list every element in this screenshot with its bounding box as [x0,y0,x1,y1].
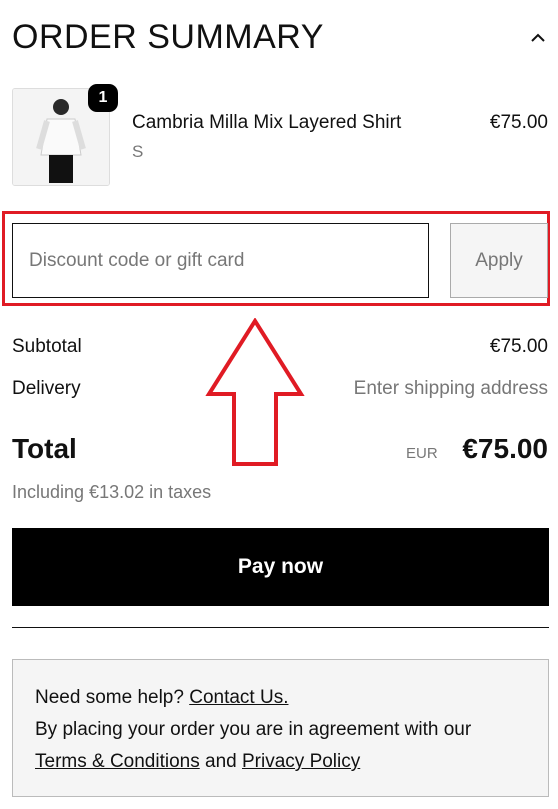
quantity-badge: 1 [88,84,118,112]
agreement-text: By placing your order you are in agreeme… [35,719,472,740]
help-prefix: Need some help? [35,687,190,708]
subtotal-value: €75.00 [489,336,548,357]
total-currency: EUR [406,445,438,462]
discount-code-input[interactable] [12,223,429,298]
and-text: and [199,751,242,772]
order-summary-title: ORDER SUMMARY [12,18,324,56]
chevron-up-icon[interactable] [528,28,548,48]
taxes-note: Including €13.02 in taxes [12,482,212,502]
contact-us-link[interactable]: Contact Us. [189,687,288,708]
total-value: €75.00 [462,433,548,464]
product-price: €75.00 [489,112,548,133]
apply-button[interactable]: Apply [450,223,548,298]
policy-links: Terms & Conditions and Privacy Policy [35,746,548,778]
product-name: Cambria Milla Mix Layered Shirt [132,112,402,133]
pay-now-button[interactable]: Pay now [12,528,549,606]
divider [12,627,549,628]
subtotal-label: Subtotal [12,336,82,357]
total-label: Total [12,433,77,464]
terms-link[interactable]: Terms & Conditions [35,751,200,772]
privacy-policy-link[interactable]: Privacy Policy [242,751,360,772]
delivery-label: Delivery [12,378,81,399]
help-line: Need some help? Contact Us. [35,682,548,714]
delivery-value: Enter shipping address [353,378,548,399]
product-variant: S [132,142,144,161]
help-box: Need some help? Contact Us. By placing y… [12,659,549,797]
up-arrow-annotation [205,318,305,466]
